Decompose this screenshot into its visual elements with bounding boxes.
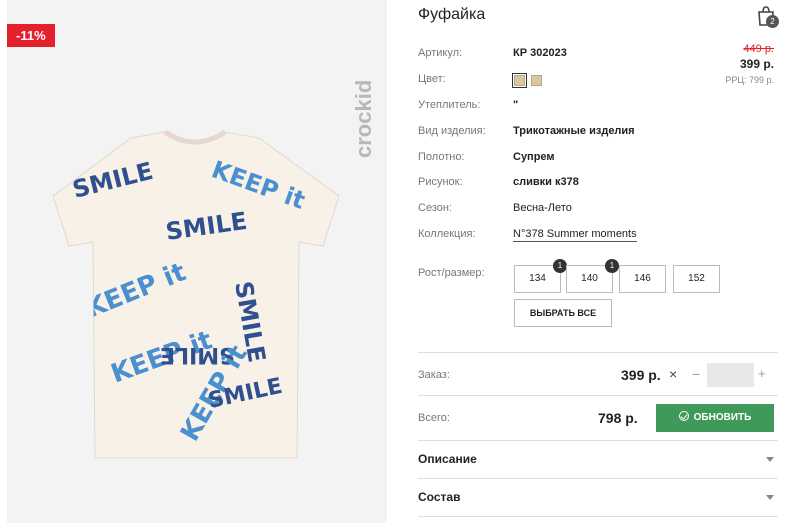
attr-value: КР 302023 xyxy=(513,47,567,59)
increment-button[interactable]: + xyxy=(758,366,766,381)
attr-label: Артикул: xyxy=(418,47,463,59)
accordion-composition[interactable]: Состав xyxy=(418,482,778,512)
total-label: Всего: xyxy=(418,412,450,424)
size-count-badge: 1 xyxy=(605,259,619,273)
size-option-152[interactable]: 152 xyxy=(673,265,720,293)
times-icon: × xyxy=(669,366,678,382)
attr-label: Цвет: xyxy=(418,73,446,85)
size-count-badge: 1 xyxy=(553,259,567,273)
quantity-input[interactable] xyxy=(707,363,754,387)
total-price: 798 р. xyxy=(598,410,638,426)
attr-value: " xyxy=(513,99,519,111)
chevron-down-icon xyxy=(766,495,774,500)
old-price: 449 р. xyxy=(743,43,774,55)
accordion-title: Описание xyxy=(418,452,477,466)
update-button[interactable]: ОБНОВИТЬ xyxy=(656,404,774,432)
discount-badge: -11% xyxy=(7,24,55,47)
product-photo: -11% crockid SMILE KEEP it SMILE KEEP it… xyxy=(7,0,387,523)
sizes-label: Рост/размер: xyxy=(418,267,485,279)
divider xyxy=(418,352,778,353)
decrement-button[interactable]: − xyxy=(692,366,700,382)
attr-label: Полотно: xyxy=(418,151,465,163)
attr-label: Утеплитель: xyxy=(418,99,481,111)
attr-label: Вид изделия: xyxy=(418,125,486,137)
color-swatch[interactable] xyxy=(531,75,542,86)
attr-value: сливки к378 xyxy=(513,176,579,188)
divider xyxy=(418,440,778,441)
divider xyxy=(418,478,778,479)
cart-count-badge: 2 xyxy=(766,15,779,28)
tshirt-image: SMILE KEEP it SMILE KEEP it SMILE KEEP i… xyxy=(52,129,340,459)
attr-label: Рисунок: xyxy=(418,176,463,188)
chevron-down-icon xyxy=(766,457,774,462)
size-option-146[interactable]: 146 xyxy=(619,265,666,293)
check-circle-icon xyxy=(678,411,689,421)
attr-value: Весна-Лето xyxy=(513,202,572,214)
update-button-label: ОБНОВИТЬ xyxy=(693,412,752,423)
attr-value: Трикотажные изделия xyxy=(513,125,635,137)
attr-label: Сезон: xyxy=(418,202,452,214)
collection-link[interactable]: N°378 Summer moments xyxy=(513,228,637,242)
color-swatch-selected[interactable] xyxy=(512,73,527,88)
accordion-description[interactable]: Описание xyxy=(418,444,778,474)
select-all-button[interactable]: ВЫБРАТЬ ВСЕ xyxy=(514,299,612,327)
product-title: Фуфайка xyxy=(418,6,486,23)
divider xyxy=(418,395,778,396)
attr-value: Супрем xyxy=(513,151,555,163)
rrc-price: РРЦ: 799 р. xyxy=(725,75,774,85)
divider xyxy=(418,516,778,517)
attr-label: Коллекция: xyxy=(418,228,476,240)
product-info: Фуфайка 2 449 р. 399 р. РРЦ: 799 р. Арти… xyxy=(418,0,779,523)
order-label: Заказ: xyxy=(418,369,450,381)
accordion-title: Состав xyxy=(418,490,461,504)
order-price: 399 р. xyxy=(621,367,661,383)
current-price: 399 р. xyxy=(739,57,774,71)
